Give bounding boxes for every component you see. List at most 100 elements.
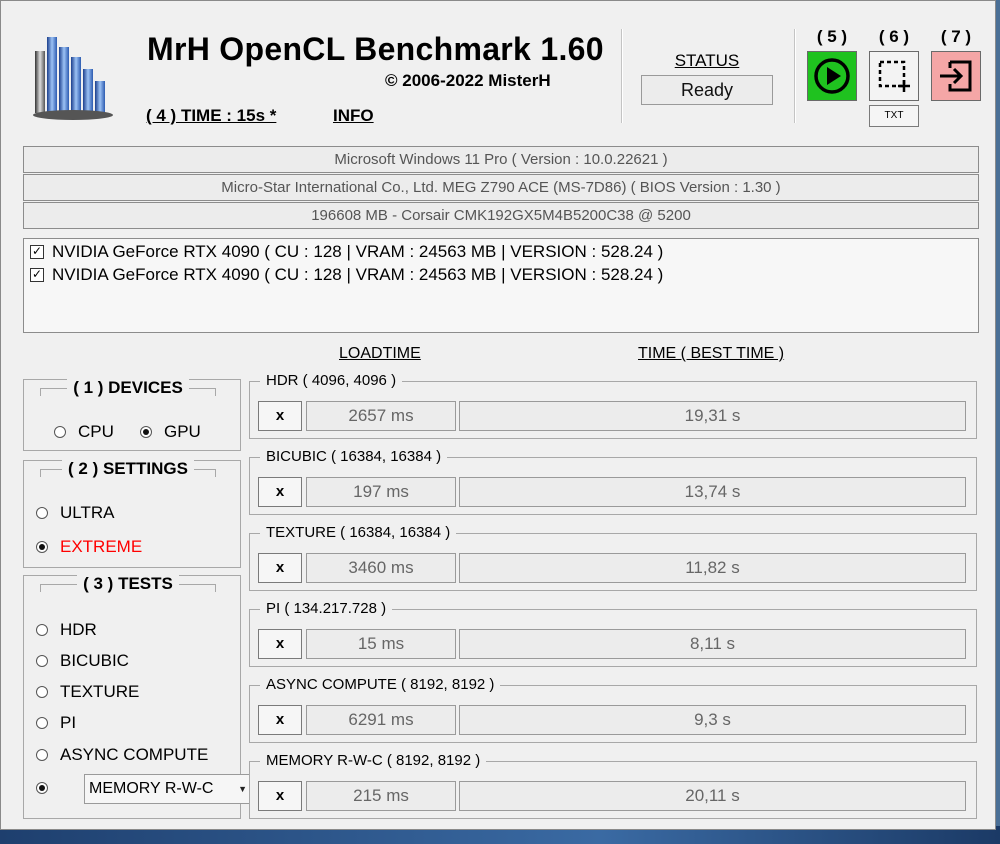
radio-icon[interactable] — [36, 655, 48, 667]
disable-test-button[interactable]: x — [258, 781, 302, 811]
exit-button[interactable] — [931, 51, 981, 101]
copyright-text: © 2006-2022 MisterH — [385, 71, 551, 91]
tests-title: ( 3 ) TESTS — [77, 574, 179, 593]
screenshot-button[interactable] — [869, 51, 919, 101]
test-option-label: PI — [60, 713, 77, 732]
run-button-number: ( 5 ) — [816, 27, 848, 46]
gpu-list-item[interactable]: ✓ NVIDIA GeForce RTX 4090 ( CU : 128 | V… — [30, 242, 663, 262]
result-group-async-compute: ASYNC COMPUTE ( 8192, 8192 ) x 6291 ms 9… — [249, 676, 977, 743]
status-panel: STATUS Ready — [631, 41, 783, 115]
run-benchmark-button[interactable] — [807, 51, 857, 101]
device-gpu-label: GPU — [164, 422, 201, 441]
time-column-header: TIME ( BEST TIME ) — [638, 345, 785, 362]
memory-info: 196608 MB - Corsair CMK192GX5M4B5200C38 … — [23, 202, 979, 229]
app-logo-icon — [33, 37, 113, 120]
time-value: 13,74 s — [459, 477, 966, 507]
info-link[interactable]: INFO — [333, 106, 374, 126]
result-group-pi: PI ( 134.217.728 ) x 15 ms 8,11 s — [249, 600, 977, 667]
time-value: 9,3 s — [459, 705, 966, 735]
radio-selected-icon[interactable] — [140, 426, 152, 438]
radio-icon[interactable] — [36, 624, 48, 636]
disable-test-button[interactable]: x — [258, 629, 302, 659]
result-test-name: MEMORY R-W-C ( 8192, 8192 ) — [260, 752, 487, 769]
loadtime-column-header: LOADTIME — [339, 345, 421, 362]
test-option-label: BICUBIC — [60, 651, 129, 670]
test-option-label: ASYNC COMPUTE — [60, 745, 209, 764]
devices-title: ( 1 ) DEVICES — [67, 378, 189, 397]
memory-test-select[interactable]: MEMORY R-W-C ▼ — [84, 774, 254, 804]
devices-group: ( 1 ) DEVICES CPU GPU — [23, 378, 241, 451]
dropdown-arrow-icon[interactable]: ▼ — [238, 775, 247, 803]
disable-test-button[interactable]: x — [258, 705, 302, 735]
setting-extreme-label: EXTREME — [60, 537, 143, 556]
tests-group: ( 3 ) TESTS HDR BICUBIC TEXTURE PI ASYNC… — [23, 574, 254, 819]
disable-test-button[interactable]: x — [258, 401, 302, 431]
test-memory-option[interactable] — [36, 782, 60, 794]
result-test-name: TEXTURE ( 16384, 16384 ) — [260, 524, 457, 541]
radio-icon[interactable] — [36, 686, 48, 698]
time-value: 19,31 s — [459, 401, 966, 431]
device-cpu-label: CPU — [78, 422, 114, 441]
memory-test-select-value: MEMORY R-W-C — [89, 780, 214, 797]
exit-button-number: ( 7 ) — [940, 27, 972, 46]
devices-group-title: ( 1 ) DEVICES — [40, 378, 216, 398]
copyright-years: 2006-2022 MisterH — [402, 71, 551, 90]
setting-ultra-label: ULTRA — [60, 503, 115, 522]
test-bicubic-option[interactable]: BICUBIC — [36, 651, 129, 671]
result-test-name: ASYNC COMPUTE ( 8192, 8192 ) — [260, 676, 501, 693]
os-info: Microsoft Windows 11 Pro ( Version : 10.… — [23, 146, 979, 173]
screenshot-icon — [878, 60, 910, 92]
play-icon — [814, 58, 850, 94]
separator — [621, 29, 623, 123]
export-txt-button[interactable]: TXT — [869, 105, 919, 127]
loadtime-value: 15 ms — [306, 629, 456, 659]
loadtime-value: 6291 ms — [306, 705, 456, 735]
loadtime-value: 2657 ms — [306, 401, 456, 431]
setting-extreme-option[interactable]: EXTREME — [36, 537, 142, 557]
test-async-compute-option[interactable]: ASYNC COMPUTE — [36, 745, 208, 765]
result-group-texture: TEXTURE ( 16384, 16384 ) x 3460 ms 11,82… — [249, 524, 977, 591]
test-texture-option[interactable]: TEXTURE — [36, 682, 139, 702]
result-test-name: HDR ( 4096, 4096 ) — [260, 372, 403, 389]
settings-group: ( 2 ) SETTINGS ULTRA EXTREME — [23, 459, 241, 568]
disable-test-button[interactable]: x — [258, 553, 302, 583]
app-title: MrH OpenCL Benchmark 1.60 — [147, 31, 604, 67]
tests-group-title: ( 3 ) TESTS — [40, 574, 216, 594]
radio-icon[interactable] — [36, 749, 48, 761]
time-value: 8,11 s — [459, 629, 966, 659]
setting-ultra-option[interactable]: ULTRA — [36, 503, 114, 523]
device-cpu-option[interactable]: CPU — [54, 422, 114, 442]
copyright-symbol: © — [385, 71, 398, 90]
time-value: 11,82 s — [459, 553, 966, 583]
radio-icon[interactable] — [54, 426, 66, 438]
settings-title: ( 2 ) SETTINGS — [62, 459, 194, 478]
test-hdr-option[interactable]: HDR — [36, 620, 97, 640]
checkbox-checked-icon[interactable]: ✓ — [30, 245, 44, 259]
app-window: MrH OpenCL Benchmark 1.60 © 2006-2022 Mi… — [0, 0, 996, 830]
test-option-label: TEXTURE — [60, 682, 140, 701]
test-option-label: HDR — [60, 620, 97, 639]
radio-icon[interactable] — [36, 717, 48, 729]
time-value: 20,11 s — [459, 781, 966, 811]
gpu-list: ✓ NVIDIA GeForce RTX 4090 ( CU : 128 | V… — [23, 238, 979, 333]
radio-icon[interactable] — [36, 507, 48, 519]
checkbox-checked-icon[interactable]: ✓ — [30, 268, 44, 282]
result-test-name: PI ( 134.217.728 ) — [260, 600, 393, 617]
separator — [794, 29, 796, 123]
result-test-name: BICUBIC ( 16384, 16384 ) — [260, 448, 448, 465]
loadtime-value: 197 ms — [306, 477, 456, 507]
gpu-label: NVIDIA GeForce RTX 4090 ( CU : 128 | VRA… — [52, 242, 664, 261]
time-setting-link[interactable]: ( 4 ) TIME : 15s * — [146, 106, 276, 126]
test-pi-option[interactable]: PI — [36, 713, 76, 733]
device-gpu-option[interactable]: GPU — [140, 422, 201, 442]
status-value: Ready — [641, 75, 773, 105]
radio-selected-icon[interactable] — [36, 541, 48, 553]
status-label: STATUS — [674, 51, 740, 70]
gpu-list-item[interactable]: ✓ NVIDIA GeForce RTX 4090 ( CU : 128 | V… — [30, 265, 663, 285]
capture-button-number: ( 6 ) — [878, 27, 910, 46]
disable-test-button[interactable]: x — [258, 477, 302, 507]
result-group-bicubic: BICUBIC ( 16384, 16384 ) x 197 ms 13,74 … — [249, 448, 977, 515]
settings-group-title: ( 2 ) SETTINGS — [40, 459, 216, 479]
radio-selected-icon[interactable] — [36, 782, 48, 794]
loadtime-value: 215 ms — [306, 781, 456, 811]
